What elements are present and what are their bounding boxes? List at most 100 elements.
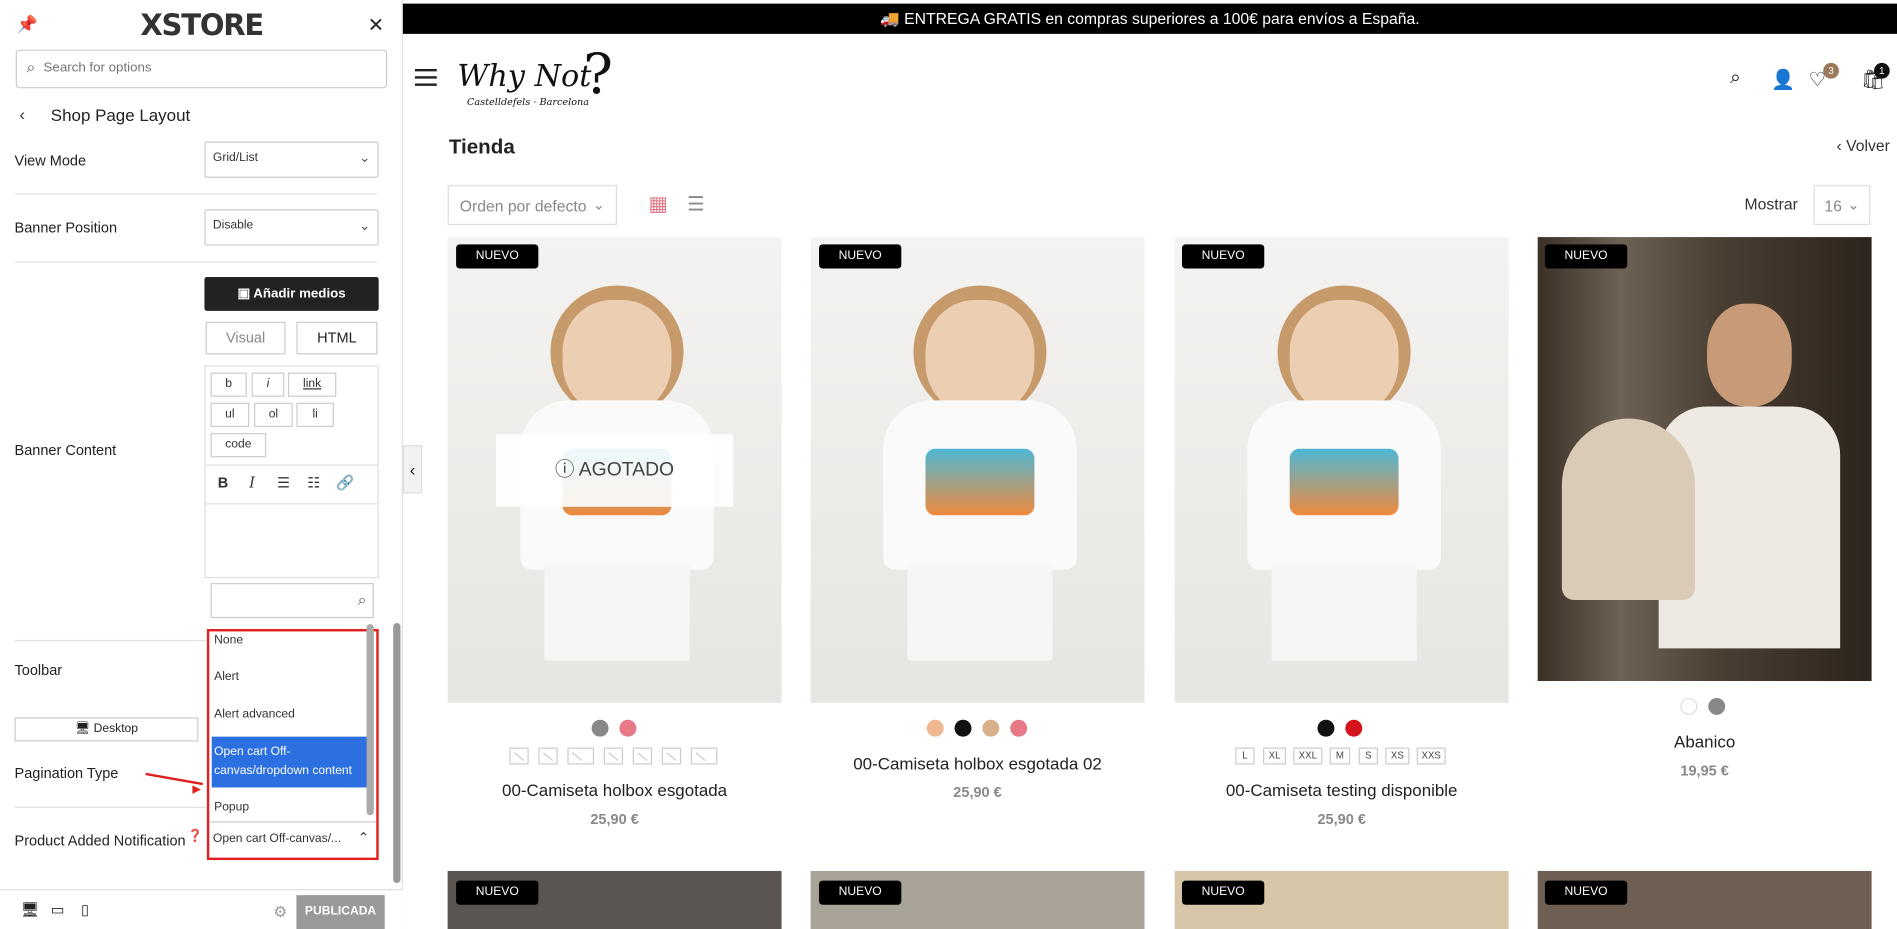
product-image[interactable] — [810, 237, 1145, 703]
color-swatch[interactable] — [1345, 719, 1363, 737]
desktop-preview-icon[interactable]: 🖥 — [21, 901, 39, 918]
banner-position-value: Disable — [212, 218, 254, 233]
pin-icon[interactable]: 📌 — [17, 15, 38, 36]
tshirt-print — [925, 448, 1035, 516]
chevron-down-icon: ⌄ — [592, 195, 605, 213]
back-link[interactable]: ‹ Volver — [1837, 137, 1890, 155]
size-option[interactable]: XS — [1385, 747, 1410, 765]
color-swatch[interactable] — [1680, 697, 1698, 715]
color-swatch[interactable] — [591, 719, 609, 737]
size-option[interactable]: XXS — [1416, 747, 1446, 765]
quicktag-ul[interactable]: ul — [210, 402, 250, 428]
product-price: 25,90 € — [1317, 810, 1366, 828]
sold-out-overlay: ⓘ AGOTADO — [496, 434, 734, 507]
view-mode-select[interactable]: Grid/List ⌄ — [204, 141, 379, 178]
dropdown-scrollbar[interactable] — [366, 624, 374, 816]
product-image[interactable] — [1537, 237, 1872, 682]
link-icon[interactable]: 🔗 — [336, 474, 354, 491]
quicktag-ol[interactable]: ol — [254, 402, 293, 428]
collapse-panel-button[interactable]: ‹ — [402, 445, 423, 494]
search-input[interactable] — [43, 60, 371, 75]
publish-button[interactable]: PUBLICADA — [296, 895, 385, 929]
desktop-label: Desktop — [93, 722, 139, 736]
dropdown-option[interactable]: Alert advanced — [212, 705, 372, 724]
color-swatch[interactable] — [1010, 719, 1028, 737]
banner-position-select[interactable]: Disable ⌄ — [204, 209, 379, 246]
wishlist-count-badge: 3 — [1823, 62, 1839, 79]
dropdown-option[interactable]: Popup — [212, 798, 372, 817]
color-swatch[interactable] — [1317, 719, 1335, 737]
color-swatch[interactable] — [619, 719, 637, 737]
search-options-field[interactable]: ⌕ — [15, 49, 388, 89]
numbered-list-icon[interactable]: ☷ — [307, 474, 320, 491]
chevron-down-icon: ⌄ — [359, 151, 371, 166]
quicktag-i[interactable]: i — [251, 372, 285, 397]
italic-icon[interactable]: I — [249, 474, 255, 491]
product-name[interactable]: 00-Camiseta holbox esgotada — [448, 780, 782, 799]
search-icon: ⌕ — [357, 590, 367, 609]
product-name[interactable]: 00-Camiseta holbox esgotada 02 — [811, 754, 1145, 773]
banner-content-label: Banner Content — [14, 441, 117, 459]
quicktag-code[interactable]: code — [210, 433, 267, 458]
new-badge: NUEVO — [456, 244, 539, 269]
panel-scrollbar[interactable] — [393, 622, 401, 884]
size-option[interactable]: XXL — [1293, 747, 1323, 765]
back-icon[interactable]: ‹ — [19, 104, 25, 123]
dropdown-option-selected[interactable]: Open cart Off-canvas/dropdown content — [211, 736, 372, 788]
quicktag-li[interactable]: li — [296, 402, 334, 428]
media-icon: ▣ — [237, 286, 254, 302]
bullet-list-icon[interactable]: ☰ — [277, 474, 290, 491]
show-label: Mostrar — [1744, 194, 1798, 213]
menu-icon[interactable] — [414, 68, 437, 86]
search-icon[interactable]: ⌕ — [1730, 68, 1741, 90]
list-view-icon[interactable]: ☰ — [687, 192, 704, 216]
add-media-label: Añadir medios — [253, 286, 346, 302]
product-name[interactable]: 00-Camiseta testing disponible — [1175, 780, 1509, 799]
model-face — [1707, 303, 1792, 407]
tab-visual[interactable]: Visual — [205, 321, 286, 355]
color-swatch[interactable] — [982, 719, 1000, 737]
size-option[interactable]: S — [1358, 747, 1378, 765]
tab-html[interactable]: HTML — [296, 321, 378, 355]
chevron-down-icon: ⌄ — [359, 218, 371, 234]
product-added-select[interactable]: Open cart Off-canvas/... ⌃ — [209, 821, 377, 857]
color-swatch[interactable] — [1708, 697, 1726, 715]
quicktag-link[interactable]: link — [287, 372, 337, 397]
help-icon[interactable]: ❓ — [188, 830, 203, 843]
product-name[interactable]: Abanico — [1538, 732, 1872, 751]
dropdown-search-input[interactable]: ⌕ — [210, 583, 374, 619]
dropdown-option[interactable]: None — [212, 631, 372, 650]
add-media-button[interactable]: ▣ Añadir medios — [204, 277, 379, 311]
brand-logo[interactable]: Why Not — [457, 58, 591, 93]
sort-select[interactable]: Orden por defecto ⌄ — [447, 185, 618, 225]
gear-icon[interactable]: ⚙ — [273, 902, 287, 921]
toolbar-label: Toolbar — [14, 661, 63, 679]
user-icon[interactable]: 👤 — [1771, 68, 1795, 92]
grid-view-icon[interactable]: ▦ — [648, 192, 667, 216]
divider — [14, 261, 378, 263]
desktop-button[interactable]: 🖥 Desktop — [14, 717, 199, 742]
color-swatch[interactable] — [954, 719, 972, 737]
customizer-panel: 📌 XSTORE ✕ ⌕ ‹ Shop Page Layout View Mod… — [0, 0, 403, 929]
size-option-unavailable — [632, 747, 653, 765]
size-option[interactable]: L — [1235, 747, 1255, 765]
bold-icon[interactable]: B — [218, 474, 228, 491]
tablet-preview-icon[interactable]: ▭ — [51, 901, 65, 918]
quicktag-b[interactable]: b — [210, 372, 247, 397]
dropdown-option[interactable]: Alert — [212, 668, 372, 687]
mobile-preview-icon[interactable]: ▯ — [81, 901, 89, 918]
size-option-unavailable — [538, 747, 558, 765]
banner-position-label: Banner Position — [14, 218, 118, 236]
size-option[interactable]: M — [1329, 747, 1351, 765]
notification-dropdown: None Alert Alert advanced Open cart Off-… — [206, 629, 379, 861]
close-icon[interactable]: ✕ — [368, 13, 384, 37]
search-icon: ⌕ — [26, 58, 36, 77]
color-swatch[interactable] — [926, 719, 944, 737]
size-option[interactable]: XL — [1263, 747, 1287, 765]
model-face — [925, 299, 1035, 415]
product-image[interactable] — [1174, 237, 1509, 703]
divider — [205, 464, 378, 466]
view-mode-label: View Mode — [14, 152, 87, 170]
per-page-select[interactable]: 16 ⌄ — [1813, 185, 1871, 225]
hand-fan — [1561, 418, 1695, 600]
